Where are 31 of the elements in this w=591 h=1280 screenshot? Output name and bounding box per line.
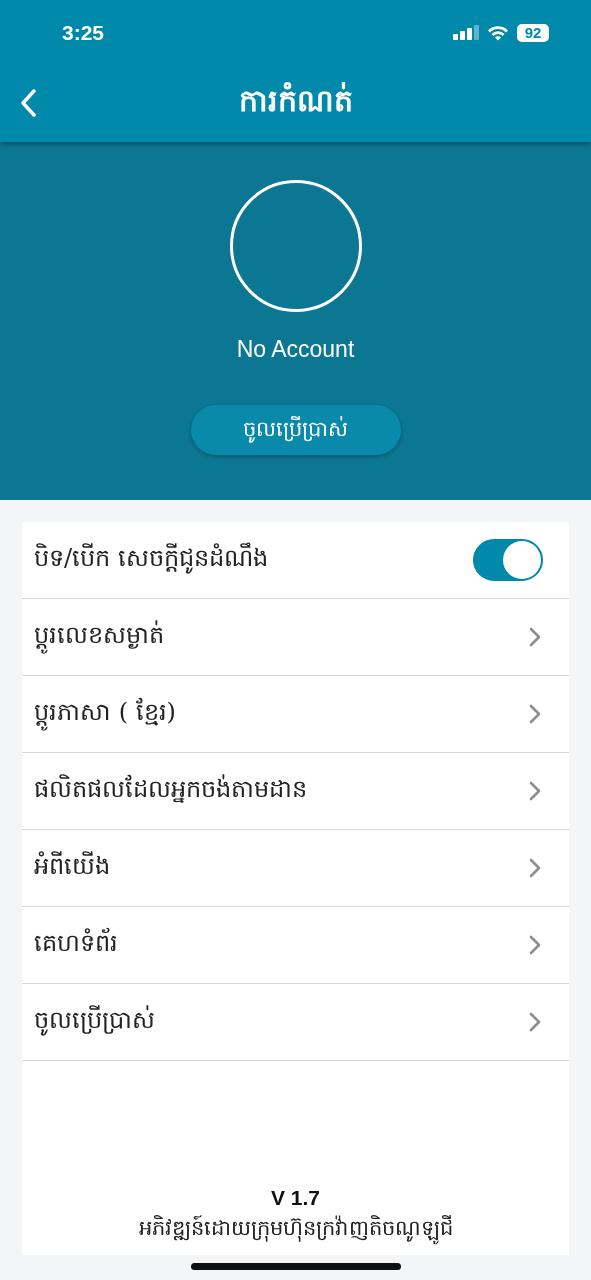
version-label: V 1.7 bbox=[270, 1186, 320, 1210]
battery-level: 92 bbox=[524, 23, 542, 42]
settings-row[interactable]: ចូលប្រើប្រាស់ bbox=[22, 984, 569, 1061]
notification-toggle[interactable] bbox=[473, 539, 543, 581]
row-label: ប្ដូរលេខសម្ងាត់ bbox=[34, 619, 164, 655]
chevron-icon bbox=[529, 935, 541, 955]
screen-title: ការកំណត់ bbox=[238, 81, 353, 120]
row-label: គេហទំព័រ bbox=[34, 927, 118, 959]
chevron-icon bbox=[529, 781, 541, 801]
settings-row[interactable]: បិទ/បើក សេចក្ដីជូនដំណឹង bbox=[22, 522, 569, 599]
settings-row[interactable]: គេហទំព័រ bbox=[22, 907, 569, 984]
chevron-icon bbox=[529, 858, 541, 878]
chevron-icon bbox=[529, 627, 541, 647]
developer-credit: អភិវឌ្ឍន៍ដោយក្រុមហ៊ុនក្រវ៉ាញតិចណូឡូជី bbox=[138, 1214, 453, 1245]
settings-row[interactable]: អំពីយើង bbox=[22, 830, 569, 907]
wifi-icon bbox=[487, 24, 509, 41]
settings-row[interactable]: ផលិតផលដែលអ្នកចង់តាមដាន bbox=[22, 753, 569, 830]
chevron-icon bbox=[529, 704, 541, 724]
row-label: អំពីយើង bbox=[34, 850, 110, 882]
row-label: ចូលប្រើប្រាស់ bbox=[34, 1004, 155, 1038]
row-label: ប្ដូរភាសា ( ខ្មែរ) bbox=[34, 696, 176, 732]
row-label: ផលិតផលដែលអ្នកចង់តាមដាន bbox=[34, 773, 307, 805]
status-time: 3:25 bbox=[62, 20, 105, 45]
row-label: បិទ/បើក សេចក្ដីជូនដំណឹង bbox=[34, 542, 268, 576]
signal-icon bbox=[453, 24, 479, 41]
chevron-icon bbox=[529, 1012, 541, 1032]
settings-row[interactable]: ប្ដូរភាសា ( ខ្មែរ) bbox=[22, 676, 569, 753]
settings-row[interactable]: ប្ដូរលេខសម្ងាត់ bbox=[22, 599, 569, 676]
account-name: No Account bbox=[236, 336, 355, 363]
back-icon[interactable] bbox=[20, 89, 36, 117]
login-button[interactable]: ចូលប្រើប្រាស់ bbox=[190, 405, 401, 455]
